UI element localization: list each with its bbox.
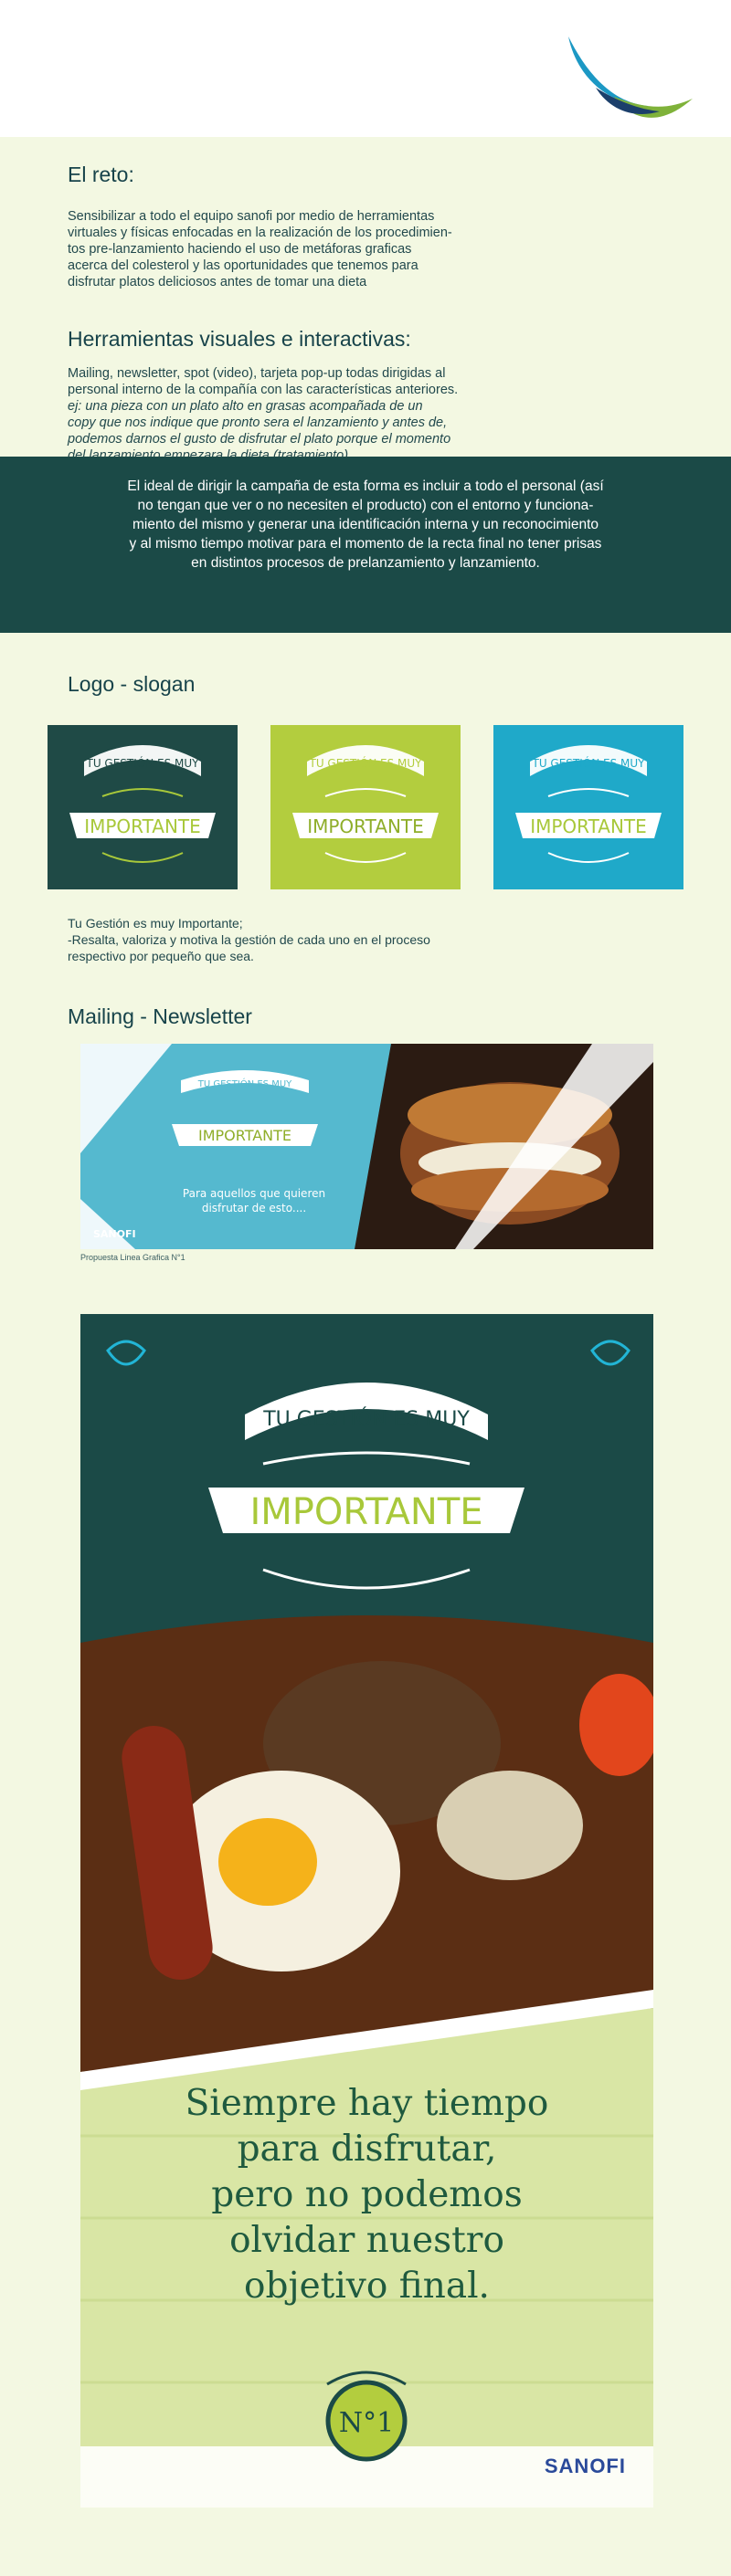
number-one-text: N°1 — [339, 2407, 394, 2439]
herramientas-line: Mailing, newsletter, spot (video), tarje… — [68, 366, 446, 381]
poster-slogan-line: Siempre hay tiempo — [185, 2083, 549, 2124]
logo-caption: Tu Gestión es muy Importante; -Resalta, … — [68, 915, 598, 964]
poster-slogan-line: pero no podemos — [211, 2174, 523, 2215]
number-one-badge: N°1 — [325, 2371, 408, 2462]
ideal-line: y al mismo tiempo motivar para el moment… — [129, 536, 602, 552]
ideal-text: El ideal de dirigir la campaña de esta f… — [44, 477, 687, 573]
reto-line: Sensibilizar a todo el equipo sanofi por… — [68, 209, 435, 224]
ideal-line: miento del mismo y generar una identific… — [132, 517, 599, 532]
logo-caption-line: Tu Gestión es muy Importante; — [68, 916, 243, 931]
section-title-herramientas: Herramientas visuales e interactivas: — [68, 327, 411, 351]
section-title-logo: Logo - slogan — [68, 672, 196, 696]
ideal-line: El ideal de dirigir la campaña de esta f… — [127, 478, 604, 494]
section-title-mailing: Mailing - Newsletter — [68, 1004, 252, 1028]
ideal-band: El ideal de dirigir la campaña de esta f… — [0, 457, 731, 633]
newsletter-preview: TU GESTIÓN ES MUY IMPORTANTE Para aquell… — [80, 1044, 653, 1249]
poster-slogan-line: objetivo final. — [244, 2266, 490, 2307]
herramientas-line: personal interno de la compañía con las … — [68, 383, 459, 397]
logo-caption-line: -Resalta, valoriza y motiva la gestión d… — [68, 932, 430, 947]
reto-line: disfrutar platos deliciosos antes de tom… — [68, 275, 367, 289]
newsletter-tagline-1: Para aquellos que quieren — [183, 1187, 325, 1200]
herramientas-example-line: copy que nos indique que pronto sera el … — [68, 415, 448, 430]
newsletter-badge-top: TU GESTIÓN ES MUY — [197, 1078, 292, 1089]
poster-slogan-line: para disfrutar, — [237, 2129, 497, 2170]
logo-variant-cyan: TU GESTIÓN ES MUY IMPORTANTE — [493, 725, 683, 889]
poster-badge-top: TU GESTIÓN ES MUY — [262, 1407, 470, 1431]
section-title-reto: El reto: — [68, 163, 134, 186]
bird-wing-icon — [568, 37, 693, 118]
ideal-line: en distintos procesos de prelanzamiento … — [191, 555, 540, 571]
poster-brand: SANOFI — [544, 2455, 626, 2477]
badge-main-text: IMPORTANTE — [530, 815, 647, 837]
badge-top-text: TU GESTIÓN ES MUY — [85, 756, 199, 770]
newsletter-badge-main: IMPORTANTE — [198, 1127, 291, 1144]
poster-badge-main: IMPORTANTE — [249, 1491, 482, 1533]
logo-variant-dark: TU GESTIÓN ES MUY IMPORTANTE — [48, 725, 238, 889]
newsletter-caption: Propuesta Linea Grafica N°1 — [80, 1253, 185, 1262]
badge-main-text: IMPORTANTE — [84, 815, 201, 837]
logo-variant-lime: TU GESTIÓN ES MUY IMPORTANTE — [270, 725, 461, 889]
badge-top-text: TU GESTIÓN ES MUY — [308, 756, 422, 770]
badge-top-text: TU GESTIÓN ES MUY — [531, 756, 645, 770]
herramientas-text: Mailing, newsletter, spot (video), tarje… — [68, 365, 579, 464]
newsletter-brand: SANOFI — [93, 1228, 136, 1240]
reto-line: virtuales y físicas enfocadas en la real… — [68, 226, 452, 240]
reto-line: tos pre-lanzamiento haciendo el uso de m… — [68, 242, 412, 257]
herramientas-example-line: ej: una pieza con un plato alto en grasa… — [68, 399, 423, 414]
herramientas-example-line: podemos darnos el gusto de disfrutar el … — [68, 432, 451, 447]
newsletter-tagline-2: disfrutar de esto.... — [202, 1202, 306, 1214]
poster-preview: TU GESTIÓN ES MUY IMPORTANTE Siempre hay… — [80, 1314, 653, 2508]
logo-caption-line: respectivo por pequeño que sea. — [68, 949, 254, 963]
reto-text: Sensibilizar a todo el equipo sanofi por… — [68, 208, 579, 290]
ideal-line: no tengan que ver o no necesiten el prod… — [137, 498, 594, 513]
poster-slogan-line: olvidar nuestro — [229, 2220, 504, 2261]
badge-main-text: IMPORTANTE — [307, 815, 424, 837]
reto-line: acerca del colesterol y las oportunidade… — [68, 258, 418, 273]
poster-slogan: Siempre hay tiempo para disfrutar, pero … — [80, 2081, 653, 2309]
